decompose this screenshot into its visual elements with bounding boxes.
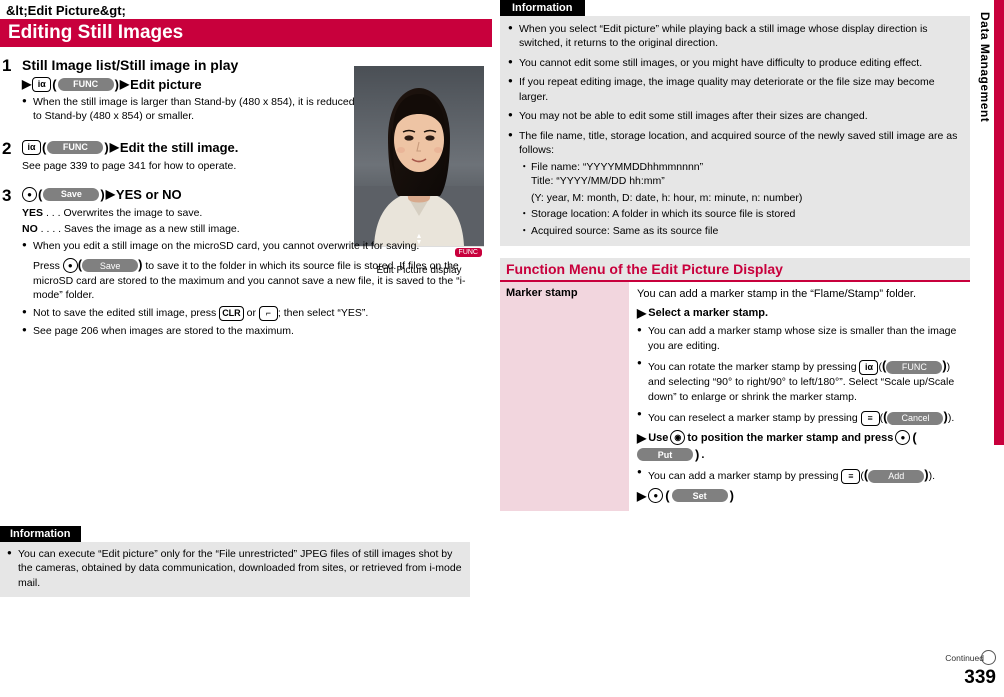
- marker-stamp-bullet-4: You can add a marker stamp by pressing ≡…: [637, 466, 964, 484]
- l-key-icon: ≡: [841, 469, 861, 484]
- def-yes-dots: . . .: [45, 206, 61, 219]
- step-1-action: Edit picture: [130, 76, 202, 92]
- page-number: 339: [964, 667, 996, 688]
- def-yes: YES . . . Overwrites the image to save.: [22, 206, 477, 220]
- right-info-dash-3: (Y: year, M: month, D: date, h: hour, m:…: [531, 191, 803, 204]
- func-softkey: FUNC: [57, 77, 114, 91]
- action-2-post: .: [701, 448, 705, 461]
- i-alpha-key-icon: iα: [32, 76, 52, 92]
- marker-stamp-bullet-3: You can reselect a marker stamp by press…: [637, 408, 964, 427]
- step-3-action: YES or NO: [115, 186, 182, 202]
- action-2-pre: Use: [648, 431, 669, 444]
- function-menu-section: Function Menu of the Edit Picture Displa…: [500, 258, 970, 512]
- continued-label: Continued: [945, 653, 984, 663]
- marker-stamp-bullet-1: You can add a marker stamp whose size is…: [637, 324, 964, 353]
- put-softkey: Put: [637, 448, 693, 462]
- add-softkey: Add: [868, 470, 925, 483]
- left-info-bullet-1: You can execute “Edit picture” only for …: [7, 547, 463, 590]
- right-info-dash-2: Title: “YYYY/MM/DD hh:mm”: [531, 175, 665, 188]
- cancel-softkey: Cancel: [887, 412, 944, 426]
- side-tab: Data Management: [970, 0, 1004, 697]
- side-tab-label: Data Management: [978, 12, 992, 123]
- action-2-mid: to position the marker stamp and press: [687, 431, 894, 444]
- right-info-dash-4: Storage location: A folder in which its …: [519, 207, 962, 222]
- center-key-icon: ●: [62, 258, 78, 274]
- side-tab-bar: [994, 0, 1004, 445]
- information-label: Information: [0, 526, 81, 542]
- right-information-body: When you select “Edit picture” while pla…: [500, 16, 970, 247]
- information-label: Information: [500, 0, 585, 16]
- save-softkey: Save: [82, 259, 139, 273]
- right-info-dash-5: Acquired source: Same as its source file: [519, 224, 962, 239]
- func-softkey: FUNC: [47, 140, 104, 154]
- clr-key-icon: CLR: [219, 305, 244, 321]
- marker-stamp-intro: You can add a marker stamp in the “Flame…: [637, 288, 917, 301]
- l-key-icon: ≡: [860, 411, 880, 427]
- def-no-dots: . . . .: [40, 223, 62, 236]
- marker-stamp-bullet-2: You can rotate the marker stamp by press…: [637, 357, 964, 404]
- save-softkey: Save: [43, 187, 100, 201]
- function-menu-row-label: Marker stamp: [500, 282, 629, 512]
- right-information-box: Information When you select “Edit pictur…: [500, 0, 970, 247]
- page-title: Editing Still Images: [8, 22, 184, 43]
- left-information-body: You can execute “Edit picture” only for …: [0, 542, 470, 598]
- center-key-icon: ●: [895, 430, 911, 446]
- step-3-press-note: Press ●(Save) to save it to the folder i…: [33, 256, 466, 302]
- left-information-box: Information You can execute “Edit pictur…: [0, 526, 470, 598]
- i-alpha-key-icon: iα: [859, 360, 879, 376]
- def-yes-text: Overwrites the image to save.: [63, 206, 203, 219]
- center-key-icon: ●: [22, 186, 37, 202]
- section-tag: &lt;Edit Picture&gt;: [6, 3, 126, 18]
- marker-stamp-action-1-text: Select a marker stamp.: [648, 307, 769, 320]
- step-1-number: 1: [2, 56, 12, 75]
- step-3-operation: ● (Save) ▶ YES or NO: [22, 186, 477, 202]
- i-alpha-key-icon: iα: [22, 139, 41, 155]
- marker-stamp-action-3: ▶ ●(Set): [637, 488, 734, 504]
- set-softkey: Set: [671, 489, 728, 503]
- press-text-1: Press: [33, 259, 63, 272]
- step-1-title: Still Image list/Still image in play: [22, 57, 239, 73]
- end-key-icon: ⌐: [258, 305, 278, 321]
- step-1: 1 Still Image list/Still image in play ▶…: [0, 56, 362, 124]
- def-no-term: NO: [22, 223, 38, 236]
- right-column: Information When you select “Edit pictur…: [500, 0, 970, 697]
- right-info-bullet-3: If you repeat editing image, the image q…: [508, 75, 962, 104]
- marker-stamp-action-1: ▶ Select a marker stamp.: [637, 306, 769, 321]
- right-info-bullet-5: The file name, title, storage location, …: [508, 129, 962, 158]
- function-menu-title: Function Menu of the Edit Picture Displa…: [500, 258, 970, 281]
- step-2-operation: iα (FUNC) ▶ Edit the still image.: [22, 139, 362, 155]
- right-info-bullet-1: When you select “Edit picture” while pla…: [508, 22, 962, 51]
- step-1-operation: ▶ iα (FUNC) ▶ Edit picture: [22, 76, 202, 92]
- center-key-icon: ●: [648, 488, 664, 504]
- def-no-text: Saves the image as a new still image.: [64, 223, 240, 236]
- step-3-number: 3: [2, 185, 12, 205]
- page-header: &lt;Edit Picture&gt; Editing Still Image…: [0, 0, 492, 47]
- right-info-dash-1: File name: “YYYYMMDDhhmmnnnn”: [519, 160, 962, 175]
- page-root: &lt;Edit Picture&gt; Editing Still Image…: [0, 0, 1004, 697]
- page-title-bar: Editing Still Images: [0, 19, 492, 47]
- step-2-action: Edit the still image.: [119, 139, 239, 155]
- step-3-bullet-3: See page 206 when images are stored to t…: [22, 324, 477, 338]
- step-3-bullet-1: When you edit a still image on the micro…: [22, 239, 477, 253]
- step-2-note: See page 339 to page 341 for how to oper…: [22, 159, 237, 172]
- right-info-bullet-4: You may not be able to edit some still i…: [508, 109, 962, 123]
- function-menu-table: Marker stamp You can add a marker stamp …: [500, 282, 970, 512]
- multi-cursor-key-icon: ◉: [670, 430, 686, 446]
- step-2-number: 2: [2, 138, 12, 158]
- def-no: NO . . . . Saves the image as a new stil…: [22, 222, 477, 236]
- step-1-bullet: When the still image is larger than Stan…: [22, 95, 362, 124]
- left-column: &lt;Edit Picture&gt; Editing Still Image…: [0, 0, 492, 697]
- function-menu-row-body: You can add a marker stamp in the “Flame…: [629, 282, 970, 512]
- func-softkey: FUNC: [886, 361, 943, 375]
- def-yes-term: YES: [22, 206, 44, 219]
- marker-stamp-action-2: ▶ Use ◉ to position the marker stamp and…: [637, 430, 917, 463]
- step-2: 2 iα (FUNC) ▶ Edit the still image. See …: [0, 138, 362, 173]
- right-info-bullet-2: You cannot edit some still images, or yo…: [508, 56, 962, 70]
- step-3: 3 ● (Save) ▶ YES or NO YES . . . Overwri…: [0, 185, 477, 338]
- step-3-bullet-2: Not to save the edited still image, pres…: [22, 305, 477, 321]
